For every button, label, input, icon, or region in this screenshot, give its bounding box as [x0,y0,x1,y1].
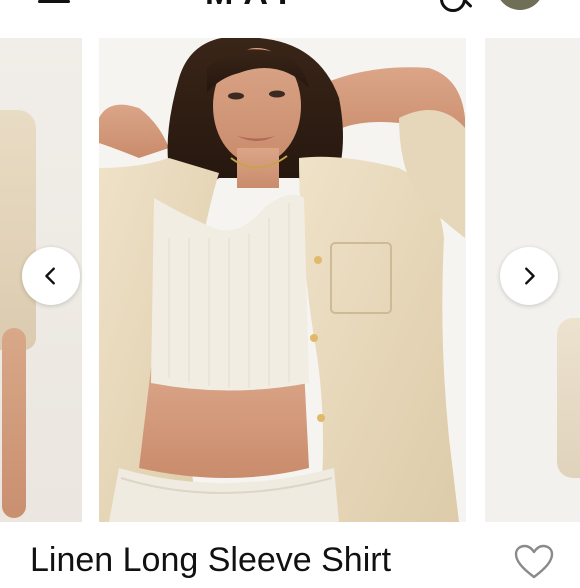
chevron-right-icon [525,267,535,285]
arm-fragment [2,328,26,518]
heart-outline-icon[interactable] [514,544,554,580]
shirt-fragment [557,318,580,478]
avatar[interactable] [496,0,544,10]
model-illustration [99,38,466,522]
previous-image-button[interactable] [22,247,80,305]
next-image-button[interactable] [500,247,558,305]
app-header: MAF [0,0,580,14]
brand-logo[interactable]: MAF [205,0,375,8]
search-icon[interactable] [440,0,466,12]
product-photo[interactable] [99,38,466,522]
shirt-sleeve-fragment [0,110,36,350]
image-carousel[interactable] [0,38,580,522]
chevron-left-icon [45,267,55,285]
product-title: Linen Long Sleeve Shirt [30,541,392,579]
hamburger-icon[interactable] [38,0,70,3]
